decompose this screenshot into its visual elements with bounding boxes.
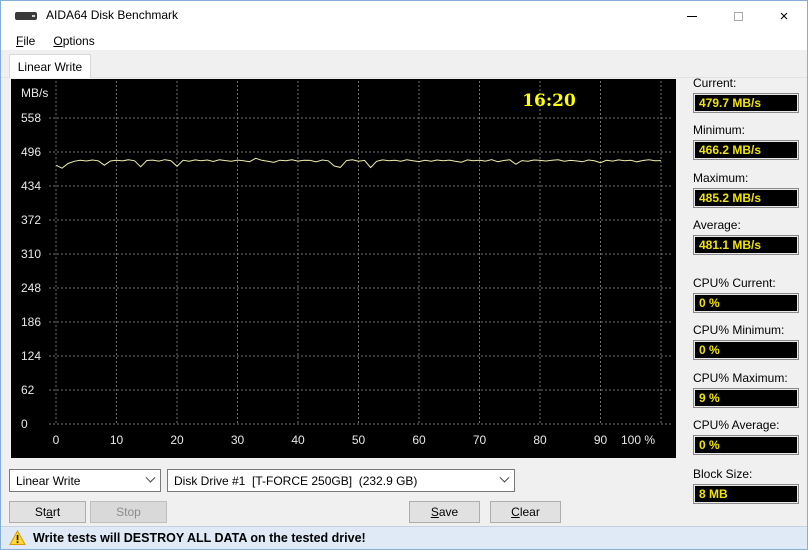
stat-maximum: Maximum: 485.2 MB/s bbox=[693, 171, 799, 208]
menu-bar: File Options bbox=[1, 31, 807, 50]
stat-label: CPU% Average: bbox=[693, 418, 780, 432]
stat-label: CPU% Current: bbox=[693, 276, 776, 290]
disk-drive-value: Disk Drive #1 [T-FORCE 250GB] (232.9 GB) bbox=[174, 473, 418, 488]
tab-linear-write[interactable]: Linear Write bbox=[9, 54, 91, 78]
svg-text:0: 0 bbox=[53, 433, 60, 447]
warning-message: Write tests will DESTROY ALL DATA on the… bbox=[33, 531, 366, 545]
minimize-button[interactable] bbox=[669, 1, 715, 31]
stat-value: 0 % bbox=[693, 293, 799, 313]
stat-label: Current: bbox=[693, 76, 737, 90]
chevron-down-icon bbox=[140, 472, 160, 484]
menu-options[interactable]: Options bbox=[46, 32, 101, 50]
title-bar[interactable]: AIDA64 Disk Benchmark × bbox=[1, 1, 807, 31]
stat-cpu-maximum: CPU% Maximum: 9 % bbox=[693, 371, 799, 408]
stat-label: Maximum: bbox=[693, 171, 749, 185]
svg-text:MB/s: MB/s bbox=[21, 86, 48, 100]
svg-text:60: 60 bbox=[412, 433, 426, 447]
stat-cpu-current: CPU% Current: 0 % bbox=[693, 276, 799, 313]
tab-strip-divider bbox=[1, 77, 807, 78]
svg-text:90: 90 bbox=[594, 433, 608, 447]
svg-text:62: 62 bbox=[21, 383, 35, 397]
stat-label: CPU% Maximum: bbox=[693, 371, 788, 385]
stat-cpu-average: CPU% Average: 0 % bbox=[693, 418, 799, 455]
window-title: AIDA64 Disk Benchmark bbox=[46, 8, 179, 22]
stat-label: Block Size: bbox=[693, 467, 753, 481]
stat-label: Average: bbox=[693, 218, 741, 232]
status-bar: Write tests will DESTROY ALL DATA on the… bbox=[1, 526, 807, 549]
app-window: AIDA64 Disk Benchmark × File Options Lin… bbox=[0, 0, 808, 550]
save-button[interactable]: Save bbox=[409, 501, 480, 523]
stat-block-size: Block Size: 8 MB bbox=[693, 467, 799, 504]
maximize-button[interactable] bbox=[715, 1, 761, 31]
benchmark-chart: MB/s 0 62 124 186 248 310 372 434 496 558 0 10 20 30 40… bbox=[11, 79, 676, 458]
warning-icon bbox=[9, 530, 26, 545]
disk-drive-dropdown[interactable]: Disk Drive #1 [T-FORCE 250GB] (232.9 GB) bbox=[167, 469, 515, 492]
test-type-value: Linear Write bbox=[16, 473, 81, 488]
svg-text:50: 50 bbox=[352, 433, 366, 447]
svg-text:434: 434 bbox=[21, 179, 41, 193]
chevron-down-icon bbox=[494, 472, 514, 484]
svg-text:248: 248 bbox=[21, 281, 41, 295]
stat-value: 485.2 MB/s bbox=[693, 188, 799, 208]
stat-value: 0 % bbox=[693, 435, 799, 455]
app-icon bbox=[15, 12, 37, 20]
stat-value: 466.2 MB/s bbox=[693, 140, 799, 160]
stat-value: 479.7 MB/s bbox=[693, 93, 799, 113]
maximize-icon bbox=[733, 11, 743, 21]
stat-value: 9 % bbox=[693, 388, 799, 408]
close-icon: × bbox=[779, 7, 789, 25]
stop-button: Stop bbox=[90, 501, 167, 523]
menu-file[interactable]: File bbox=[9, 32, 42, 50]
svg-text:80: 80 bbox=[533, 433, 547, 447]
stat-label: Minimum: bbox=[693, 123, 746, 137]
close-button[interactable]: × bbox=[761, 1, 807, 31]
start-button[interactable]: St a rt bbox=[9, 501, 86, 523]
svg-text:40: 40 bbox=[291, 433, 305, 447]
stat-current: Current: 479.7 MB/s bbox=[693, 76, 799, 113]
stat-average: Average: 481.1 MB/s bbox=[693, 218, 799, 255]
svg-text:100 %: 100 % bbox=[621, 433, 655, 447]
svg-text:558: 558 bbox=[21, 111, 41, 125]
benchmark-chart-svg: MB/s 0 62 124 186 248 310 372 434 496 558 0 10 20 30 40… bbox=[21, 81, 673, 447]
test-type-dropdown[interactable]: Linear Write bbox=[9, 469, 161, 492]
stat-cpu-minimum: CPU% Minimum: 0 % bbox=[693, 323, 799, 360]
svg-text:372: 372 bbox=[21, 213, 41, 227]
svg-text:30: 30 bbox=[231, 433, 245, 447]
stat-minimum: Minimum: 466.2 MB/s bbox=[693, 123, 799, 160]
svg-text:10: 10 bbox=[110, 433, 124, 447]
svg-text:16:20: 16:20 bbox=[522, 91, 576, 111]
svg-text:124: 124 bbox=[21, 349, 41, 363]
minimize-icon bbox=[687, 15, 697, 17]
svg-text:70: 70 bbox=[473, 433, 487, 447]
svg-text:496: 496 bbox=[21, 145, 41, 159]
svg-text:20: 20 bbox=[170, 433, 184, 447]
svg-text:186: 186 bbox=[21, 315, 41, 329]
svg-text:0: 0 bbox=[21, 417, 28, 431]
stat-value: 481.1 MB/s bbox=[693, 235, 799, 255]
stat-label: CPU% Minimum: bbox=[693, 323, 785, 337]
svg-text:310: 310 bbox=[21, 247, 41, 261]
clear-button[interactable]: Clear bbox=[490, 501, 561, 523]
stat-value: 8 MB bbox=[693, 484, 799, 504]
stat-value: 0 % bbox=[693, 340, 799, 360]
